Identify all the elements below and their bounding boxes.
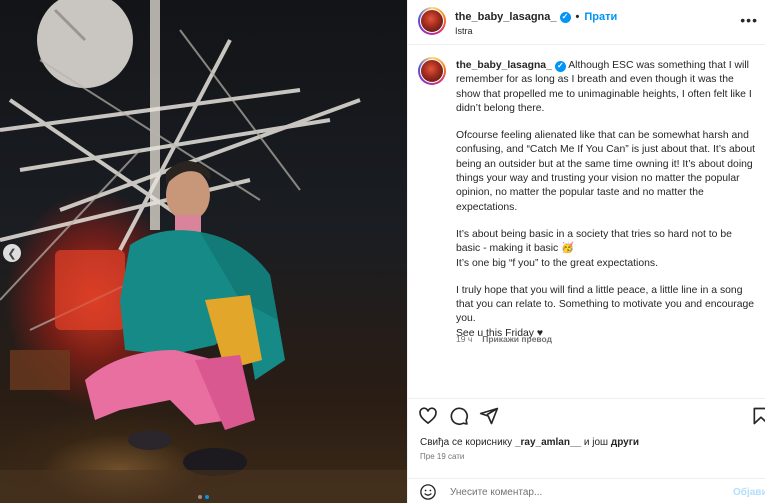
caption-avatar[interactable] [418,57,446,85]
caption-text: the_baby_lasagna_ ✓ Although ESC was som… [456,59,758,354]
caption-paragraph: Ofcourse feeling alienated like that can… [456,130,756,213]
follow-button[interactable]: Прати [584,11,617,23]
carousel-prev-button[interactable]: ❮ [3,244,21,262]
comment-input[interactable] [450,483,720,501]
carousel-dot [198,495,202,499]
caption-age[interactable]: 19 ч [456,334,472,344]
post-header: the_baby_lasagna_ ✓ • Прати Istra ••• [408,0,765,45]
comment-icon[interactable] [449,406,469,426]
post-comment-button[interactable]: Објави [733,487,765,498]
others-link[interactable]: други [611,437,639,448]
carousel-dot-active [205,495,209,499]
caption-paragraph: I truly hope that you will find a little… [456,284,755,339]
post-photo[interactable]: ❮ [0,0,407,503]
post-sidebar: the_baby_lasagna_ ✓ • Прати Istra ••• th… [407,0,765,503]
bookmark-icon[interactable] [751,406,765,426]
post-timestamp[interactable]: Пре 19 сати [420,452,464,461]
heart-icon[interactable] [418,406,438,426]
post-username[interactable]: the_baby_lasagna_ [455,11,557,23]
verified-badge-icon: ✓ [554,60,566,72]
translate-link[interactable]: Прикажи превод [482,334,552,344]
caption-paragraph: It’s about being basic in a society that… [456,228,732,269]
post-location[interactable]: Istra [455,26,473,36]
share-icon[interactable] [479,406,499,426]
action-bar [408,398,765,428]
liker-username[interactable]: _ray_amlan__ [515,437,581,448]
verified-badge-icon: ✓ [559,11,571,23]
more-options-icon[interactable]: ••• [740,12,758,28]
avatar[interactable] [418,7,446,35]
caption-meta: 19 ч Прикажи превод [456,334,552,344]
carousel-indicator [198,495,209,499]
comment-bar: Објави [408,478,765,503]
chevron-left-icon: ❮ [7,247,17,260]
photo-scene [0,0,407,503]
likes-summary: Свиђа се кориснику _ray_amlan__ и још др… [420,437,640,448]
emoji-icon[interactable] [418,483,438,501]
caption-username[interactable]: the_baby_lasagna_ [456,59,552,73]
